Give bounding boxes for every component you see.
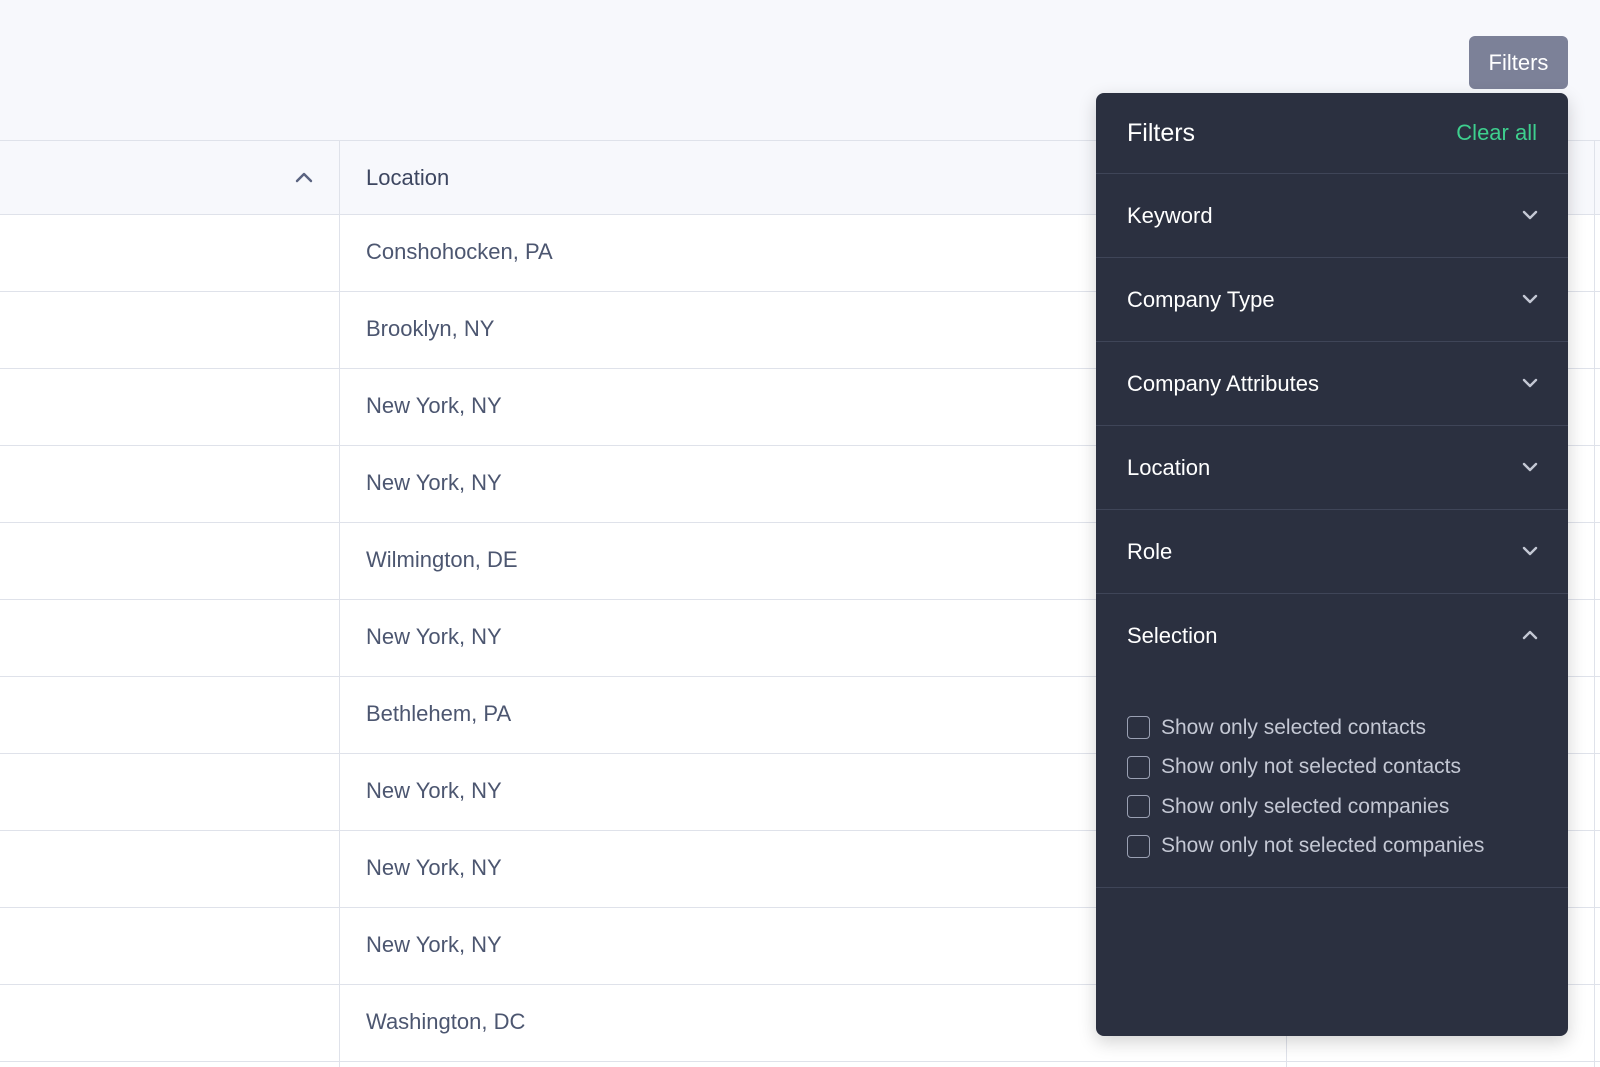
location-cell: Wilmington, DE (366, 547, 518, 572)
selection-option[interactable]: Show only not selected companies (1127, 827, 1484, 867)
location-cell: New York, NY (366, 470, 502, 495)
location-cell: Conshohocken, PA (366, 239, 553, 264)
contacts-page: Filters Location Conshohocken, PA Brookl… (0, 0, 1600, 1067)
clear-all-button[interactable]: Clear all (1456, 120, 1537, 146)
selection-option[interactable]: Show only not selected contacts (1127, 748, 1484, 788)
filter-section-label: Selection (1127, 623, 1218, 648)
filter-section-label: Role (1127, 539, 1173, 564)
chevron-up-icon (1522, 630, 1538, 640)
location-cell: New York, NY (366, 624, 502, 649)
checkbox-label[interactable]: Show only selected contacts (1161, 716, 1426, 740)
chevron-down-icon (1522, 294, 1538, 304)
filters-panel-header: Filters Clear all (1096, 93, 1568, 174)
selection-option[interactable]: Show only selected companies (1127, 787, 1484, 827)
filter-section-company-attributes[interactable]: Company Attributes (1096, 342, 1568, 426)
filter-section-keyword[interactable]: Keyword (1096, 174, 1568, 258)
checkbox-label[interactable]: Show only selected companies (1161, 795, 1449, 819)
filter-section-label: Company Attributes (1127, 371, 1319, 396)
checkbox[interactable] (1127, 795, 1150, 819)
location-cell: New York, NY (366, 393, 502, 418)
location-cell: Washington, DC (366, 1009, 526, 1034)
checkbox-label[interactable]: Show only not selected companies (1161, 834, 1484, 858)
checkbox[interactable] (1127, 834, 1150, 858)
checkbox[interactable] (1127, 716, 1150, 740)
location-cell: New York, NY (366, 778, 502, 803)
chevron-down-icon (1522, 546, 1538, 556)
chevron-down-icon (1522, 210, 1538, 220)
filter-section-company-type[interactable]: Company Type (1096, 258, 1568, 342)
filter-section-role[interactable]: Role (1096, 510, 1568, 594)
filter-section-label: Company Type (1127, 287, 1275, 312)
filters-panel-title: Filters (1127, 119, 1196, 147)
filters-panel: Filters Clear all Keyword Company Type C… (1096, 93, 1568, 1036)
chevron-down-icon (1522, 462, 1538, 472)
column-header-location[interactable]: Location (366, 165, 449, 191)
location-cell: Bethlehem, PA (366, 701, 512, 726)
selection-option[interactable]: Show only selected contacts (1127, 708, 1484, 748)
filter-section-selection[interactable]: Selection Show only selected contacts Sh… (1096, 594, 1568, 888)
filter-section-label: Keyword (1127, 203, 1213, 228)
location-cell: New York, NY (366, 932, 502, 957)
selection-options: Show only selected contacts Show only no… (1127, 708, 1484, 866)
filters-button[interactable]: Filters (1469, 36, 1568, 89)
checkbox[interactable] (1127, 755, 1150, 779)
location-cell: Brooklyn, NY (366, 316, 495, 341)
filter-section-label: Location (1127, 455, 1211, 480)
filter-section-location[interactable]: Location (1096, 426, 1568, 510)
location-cell: New York, NY (366, 855, 502, 880)
chevron-down-icon (1522, 378, 1538, 388)
checkbox-label[interactable]: Show only not selected contacts (1161, 755, 1461, 779)
sort-ascending-icon[interactable] (294, 169, 314, 185)
